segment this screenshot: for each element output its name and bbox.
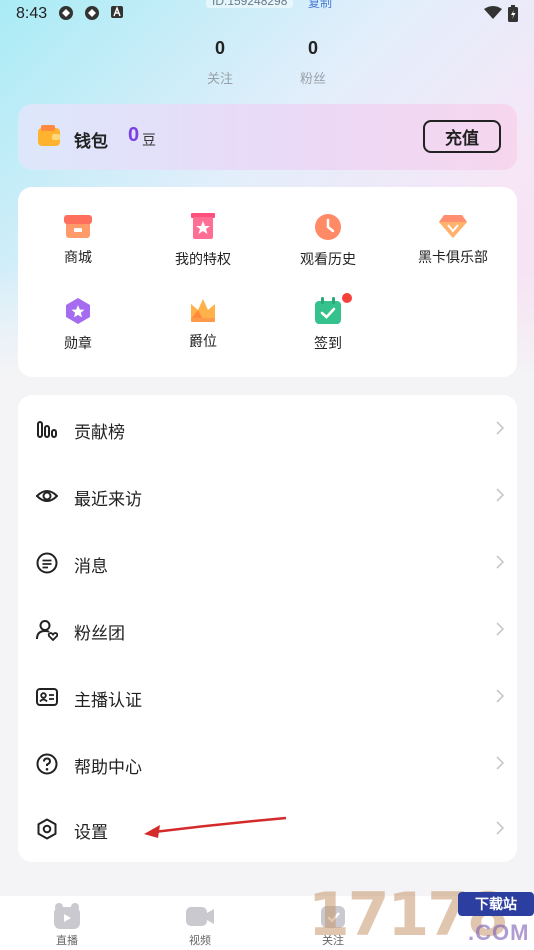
chevron-right-icon (496, 821, 504, 835)
menu-item-anchor-verification[interactable]: 主播认证 (18, 663, 517, 730)
tab-label: 视频 (189, 935, 211, 947)
chevron-right-icon (496, 488, 504, 502)
video-icon (186, 907, 214, 926)
menu-label: 最近来访 (74, 490, 142, 509)
site-watermark: 17178 下载站 .COM (308, 880, 534, 950)
diamond-icon (439, 215, 467, 238)
user-id-text: ID:159248298 (206, 0, 294, 8)
feature-black-card-club[interactable]: 黑卡俱乐部 (393, 213, 513, 279)
feature-label: 黑卡俱乐部 (418, 249, 488, 265)
menu-list: 贡献榜 最近来访 消息 粉丝团 主播认证 帮助中心 设置 (18, 395, 517, 862)
wallet-icon (38, 125, 62, 147)
id-card-icon (36, 688, 58, 706)
checkin-icon (315, 297, 341, 324)
copy-id-link[interactable]: 复制 (308, 0, 332, 11)
status-bar: 8:43 ID:159248298 复制 (0, 0, 534, 28)
menu-label: 主播认证 (74, 691, 142, 710)
menu-item-contribution-rank[interactable]: 贡献榜 (18, 395, 517, 462)
feature-label: 观看历史 (300, 251, 356, 267)
menu-label: 设置 (74, 823, 108, 842)
chevron-right-icon (496, 555, 504, 569)
wallet-card[interactable]: 钱包 0 豆 充值 (18, 104, 517, 170)
shop-icon (64, 215, 92, 238)
menu-label: 粉丝团 (74, 624, 125, 643)
wallet-unit: 豆 (142, 132, 156, 148)
bar-chart-icon (37, 421, 57, 438)
feature-label: 签到 (314, 335, 342, 351)
wallet-label: 钱包 (74, 132, 108, 151)
following-count: 0 (214, 38, 225, 58)
privilege-icon (191, 213, 215, 239)
feature-medal[interactable]: 勋章 (18, 297, 138, 363)
recharge-button[interactable]: 充值 (423, 120, 501, 153)
eye-icon (36, 490, 58, 502)
settings-icon (37, 818, 57, 840)
wallet-balance: 0 (128, 124, 140, 146)
status-time: 8:43 (16, 5, 48, 22)
crown-icon (191, 299, 215, 322)
menu-item-messages[interactable]: 消息 (18, 529, 517, 596)
menu-label: 消息 (74, 557, 108, 576)
watermark-badge: 下载站 (458, 892, 534, 916)
wifi-icon (484, 6, 502, 25)
message-icon (36, 552, 58, 574)
menu-item-help-center[interactable]: 帮助中心 (18, 730, 517, 797)
notification-icon (84, 5, 100, 21)
tab-video[interactable]: 视频 (170, 902, 230, 948)
feature-history[interactable]: 观看历史 (268, 213, 388, 279)
live-icon (54, 903, 80, 929)
feature-checkin[interactable]: 签到 (268, 293, 388, 363)
tab-label: 直播 (56, 935, 78, 947)
checkin-badge (342, 293, 352, 303)
feature-label: 爵位 (189, 333, 217, 349)
menu-label: 帮助中心 (74, 758, 142, 777)
feature-title-rank[interactable]: 爵位 (143, 297, 263, 363)
tab-live[interactable]: 直播 (37, 902, 97, 948)
help-icon (36, 753, 58, 775)
watermark-suffix: .COM (468, 920, 530, 945)
fans-count: 0 (307, 38, 318, 58)
feature-grid: 商城 我的特权 观看历史 黑卡俱乐部 勋章 爵位 签到 (18, 187, 517, 377)
history-icon (315, 214, 341, 240)
feature-shop[interactable]: 商城 (18, 213, 138, 279)
fans-icon (36, 620, 58, 641)
notification-icon (58, 5, 74, 21)
chevron-right-icon (496, 622, 504, 636)
feature-privilege[interactable]: 我的特权 (143, 213, 263, 279)
medal-icon (66, 298, 90, 324)
menu-item-recent-visitors[interactable]: 最近来访 (18, 462, 517, 529)
feature-label: 我的特权 (175, 251, 231, 267)
menu-label: 贡献榜 (74, 423, 125, 442)
chevron-right-icon (496, 756, 504, 770)
fans-stat[interactable]: 0 粉丝 (278, 38, 348, 87)
chevron-right-icon (496, 421, 504, 435)
following-label: 关注 (206, 71, 233, 86)
menu-item-fan-club[interactable]: 粉丝团 (18, 596, 517, 663)
feature-label: 商城 (64, 249, 92, 265)
chevron-right-icon (496, 689, 504, 703)
app-notification-icon (110, 5, 126, 21)
feature-label: 勋章 (64, 335, 92, 351)
battery-icon (508, 5, 518, 27)
fans-label: 粉丝 (299, 71, 326, 86)
following-stat[interactable]: 0 关注 (185, 38, 255, 87)
annotation-arrow (144, 816, 287, 838)
